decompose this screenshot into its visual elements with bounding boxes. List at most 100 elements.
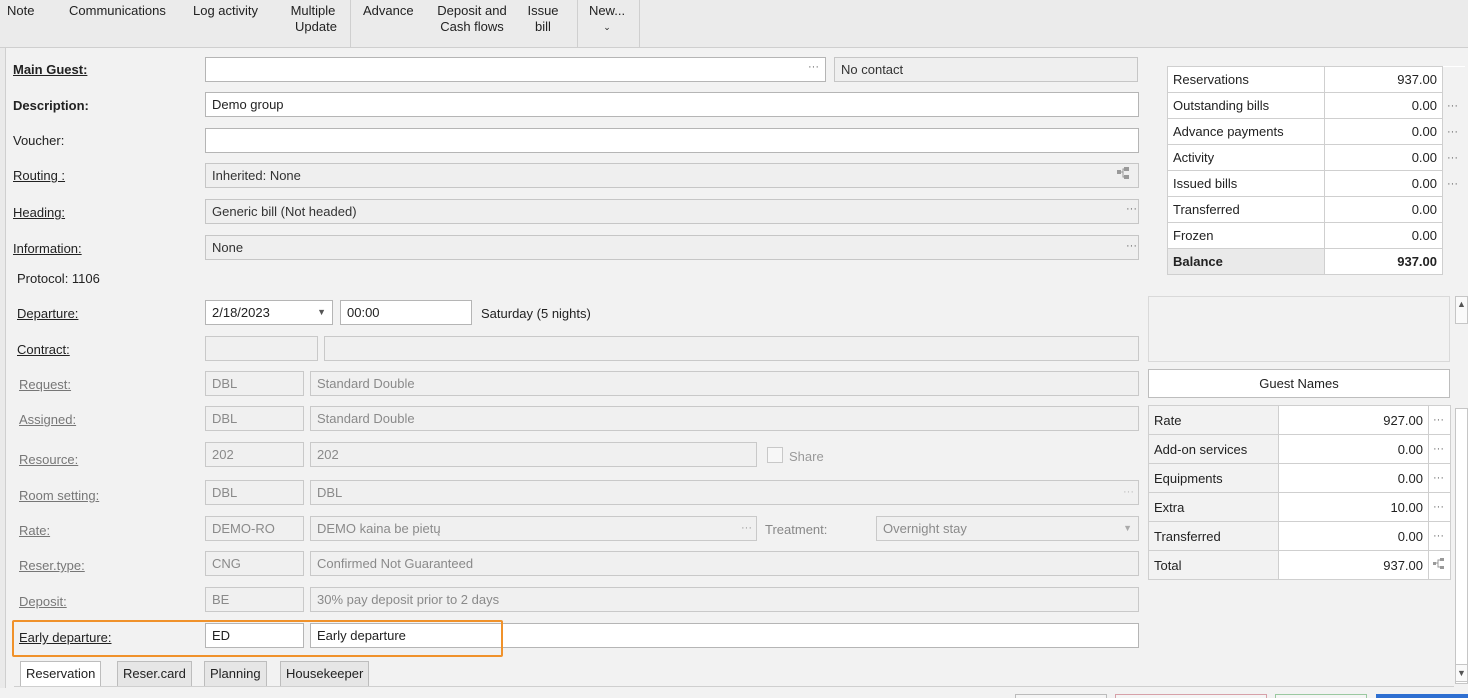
rates-row: Total 937.00 <box>1148 550 1451 580</box>
scroll-down-button[interactable]: ▼ <box>1455 664 1468 682</box>
summary-row: Transferred 0.00 <box>1167 196 1465 223</box>
rate-browse-icon[interactable]: ··· <box>741 517 752 540</box>
share-label: Share <box>789 449 824 464</box>
tab-reservation[interactable]: Reservation <box>20 661 102 686</box>
summary-table: Reservations 937.00 Outstanding bills 0.00 ·… <box>1167 66 1465 275</box>
description-input[interactable]: Demo group <box>205 92 1139 117</box>
vertical-scrollbar[interactable] <box>1455 408 1468 684</box>
more-icon[interactable] <box>1442 196 1465 223</box>
heading-label[interactable]: Heading: <box>13 205 65 220</box>
deposit-name-field: 30% pay deposit prior to 2 days <box>310 587 1139 612</box>
multiple-update-label-1: Multiple <box>290 3 336 18</box>
departure-date-value: 2/18/2023 <box>212 305 270 320</box>
deposit-cash-flows-button[interactable]: Deposit and Cash flows <box>430 3 514 35</box>
more-icon[interactable]: ··· <box>1428 492 1451 522</box>
information-label[interactable]: Information: <box>13 241 82 256</box>
more-icon[interactable] <box>1442 66 1465 93</box>
more-icon[interactable]: ··· <box>1428 434 1451 464</box>
tab-reser-card[interactable]: Reser.card <box>117 661 192 686</box>
scroll-up-button[interactable]: ▲ <box>1455 296 1468 324</box>
chevron-down-icon[interactable]: ▼ <box>317 301 326 324</box>
footer-button[interactable] <box>1115 694 1267 698</box>
contract-label[interactable]: Contract: <box>17 342 70 357</box>
left-edge-panel <box>0 48 6 688</box>
summary-row: Reservations 937.00 <box>1167 66 1465 93</box>
log-activity-button[interactable]: Log activity <box>193 3 258 19</box>
summary-panel: Reservations 937.00 Outstanding bills 0.00 ·… <box>1167 66 1465 275</box>
routing-field: Inherited: None <box>205 163 1139 188</box>
more-icon[interactable] <box>1442 222 1465 249</box>
more-icon[interactable]: ··· <box>1428 521 1451 551</box>
more-icon[interactable]: ··· <box>1442 144 1465 171</box>
resource-name-field: 202 <box>310 442 757 467</box>
advance-button[interactable]: Advance <box>363 3 414 19</box>
main-guest-input[interactable] <box>205 57 826 82</box>
rate-label[interactable]: Rate: <box>19 523 50 538</box>
summary-value: 0.00 <box>1324 118 1443 145</box>
heading-browse-icon[interactable]: ··· <box>1126 203 1137 215</box>
rates-row: Add-on services 0.00 ··· <box>1148 434 1451 464</box>
rates-value: 0.00 <box>1278 521 1429 551</box>
toolbar: Note Communications Log activity Multipl… <box>0 0 1468 48</box>
reser-type-label[interactable]: Reser.type: <box>19 558 85 573</box>
voucher-input[interactable] <box>205 128 1139 153</box>
tab-planning[interactable]: Planning <box>204 661 267 686</box>
summary-label: Balance <box>1167 248 1325 275</box>
main-guest-label[interactable]: Main Guest: <box>13 62 87 77</box>
main-guest-browse-icon[interactable]: ··· <box>808 61 819 73</box>
assigned-label[interactable]: Assigned: <box>19 412 76 427</box>
footer-button[interactable] <box>1015 694 1107 698</box>
multiple-update-button[interactable]: Multiple Update <box>283 3 343 35</box>
more-icon[interactable]: ··· <box>1442 92 1465 119</box>
deposit-code-field: BE <box>205 587 304 612</box>
toolbar-separator <box>577 0 578 48</box>
summary-row: Activity 0.00 ··· <box>1167 144 1465 171</box>
contract-name-field <box>324 336 1139 361</box>
footer-button[interactable] <box>1376 694 1468 698</box>
more-icon[interactable]: ··· <box>1428 463 1451 493</box>
chevron-down-icon[interactable]: ▼ <box>1123 517 1132 540</box>
contract-code-field <box>205 336 318 361</box>
room-setting-browse-icon[interactable]: ··· <box>1123 481 1134 504</box>
footer-button[interactable] <box>1275 694 1367 698</box>
summary-label: Activity <box>1167 144 1325 171</box>
note-label: Note <box>7 3 35 18</box>
more-icon[interactable] <box>1442 248 1465 275</box>
guest-notes-area <box>1148 296 1450 362</box>
rates-row: Extra 10.00 ··· <box>1148 492 1451 522</box>
new-dropdown-button[interactable]: New... ⌄ <box>585 3 629 35</box>
room-setting-label[interactable]: Room setting: <box>19 488 99 503</box>
communications-button[interactable]: Communications <box>69 3 166 19</box>
request-label[interactable]: Request: <box>19 377 71 392</box>
rates-value: 927.00 <box>1278 405 1429 435</box>
rates-label: Total <box>1148 550 1279 580</box>
toolbar-separator <box>639 0 640 48</box>
guest-names-button[interactable]: Guest Names <box>1148 369 1450 398</box>
share-checkbox[interactable] <box>767 447 783 463</box>
tab-housekeeper[interactable]: Housekeeper <box>280 661 370 686</box>
departure-label[interactable]: Departure: <box>17 306 78 321</box>
more-icon[interactable]: ··· <box>1442 170 1465 197</box>
summary-row: Advance payments 0.00 ··· <box>1167 118 1465 145</box>
routing-value: Inherited: None <box>212 168 301 183</box>
tree-icon[interactable] <box>1428 550 1451 580</box>
deposit-label[interactable]: Deposit: <box>19 594 67 609</box>
rates-panel: Rate 927.00 ··· Add-on services 0.00 ··· Equip… <box>1148 405 1451 580</box>
summary-label: Transferred <box>1167 196 1325 223</box>
multiple-update-label-2: Update <box>295 19 337 34</box>
room-setting-name-field: DBL ··· <box>310 480 1139 505</box>
more-icon[interactable]: ··· <box>1428 405 1451 435</box>
voucher-label: Voucher: <box>13 133 65 148</box>
protocol-text: Protocol: 1106 <box>17 271 100 286</box>
new-label: New... <box>588 3 626 18</box>
note-button[interactable]: Note <box>7 3 34 19</box>
routing-tree-icon[interactable] <box>1116 166 1130 183</box>
information-browse-icon[interactable]: ··· <box>1126 240 1137 252</box>
resource-label[interactable]: Resource: <box>19 452 78 467</box>
issue-bill-button[interactable]: Issue bill <box>525 3 561 35</box>
departure-date-input[interactable]: 2/18/2023 ▼ <box>205 300 333 325</box>
treatment-select[interactable]: Overnight stay ▼ <box>876 516 1139 541</box>
more-icon[interactable]: ··· <box>1442 118 1465 145</box>
routing-label[interactable]: Routing : <box>13 168 65 183</box>
departure-time-input[interactable]: 00:00 <box>340 300 472 325</box>
